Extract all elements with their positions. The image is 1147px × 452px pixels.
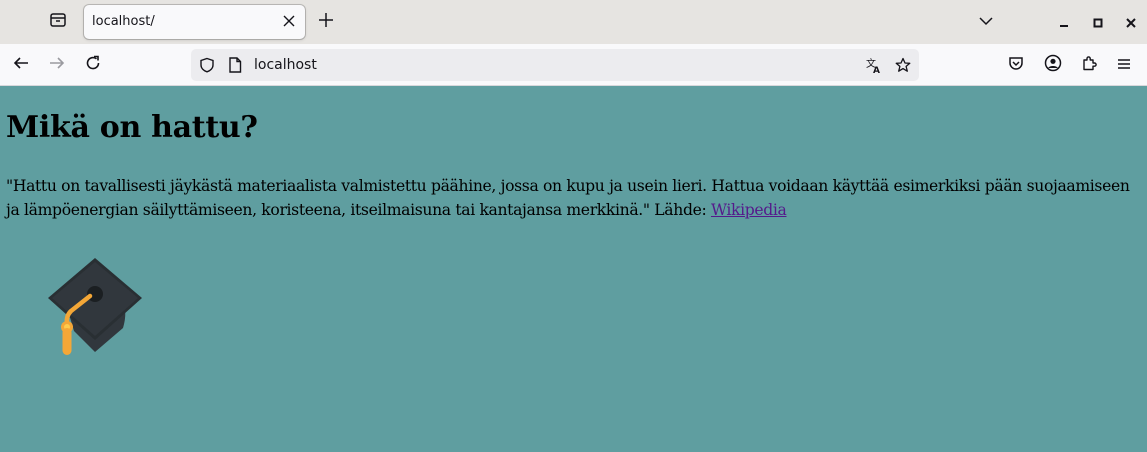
- arrow-left-icon: [13, 55, 29, 75]
- minimize-button[interactable]: [1054, 12, 1074, 32]
- page-icon[interactable]: [226, 56, 244, 74]
- forward-button[interactable]: [43, 51, 71, 79]
- list-all-tabs-button[interactable]: [976, 12, 996, 32]
- chevron-down-icon: [979, 13, 993, 32]
- account-icon: [1044, 54, 1062, 76]
- maximize-icon: [1093, 13, 1103, 32]
- minimize-icon: [1059, 13, 1069, 32]
- hat-description: "Hattu on tavallisesti jäykästä materiaa…: [6, 174, 1144, 222]
- url-text: localhost: [254, 57, 317, 73]
- address-bar[interactable]: localhost 文A: [191, 49, 919, 81]
- extensions-button[interactable]: [1075, 51, 1103, 79]
- bookmark-star-icon[interactable]: [894, 56, 912, 74]
- shield-icon[interactable]: [198, 56, 216, 74]
- page-content: Mikä on hattu? "Hattu on tavallisesti jä…: [0, 86, 1147, 452]
- close-tab-icon[interactable]: [281, 13, 297, 29]
- navigation-toolbar: localhost 文A: [0, 44, 1147, 86]
- description-text: "Hattu on tavallisesti jäykästä materiaa…: [6, 177, 1130, 219]
- arrow-right-icon: [49, 55, 65, 75]
- graduation-cap-image: [44, 256, 146, 358]
- back-button[interactable]: [7, 51, 35, 79]
- firefox-view-icon: [49, 11, 67, 33]
- hamburger-menu-icon: [1117, 56, 1131, 75]
- pocket-icon: [1008, 55, 1024, 75]
- account-button[interactable]: [1039, 51, 1067, 79]
- page-heading: Mikä on hattu?: [6, 110, 258, 145]
- maximize-button[interactable]: [1088, 12, 1108, 32]
- svg-text:A: A: [873, 66, 880, 74]
- new-tab-button[interactable]: [314, 10, 338, 34]
- menu-button[interactable]: [1110, 51, 1138, 79]
- pocket-button[interactable]: [1002, 51, 1030, 79]
- close-icon: [1126, 13, 1136, 32]
- translate-icon[interactable]: 文A: [865, 56, 883, 74]
- tab-title: localhost/: [92, 14, 155, 29]
- reload-icon: [85, 55, 101, 75]
- firefox-view-button[interactable]: [44, 8, 72, 36]
- wikipedia-link[interactable]: Wikipedia: [711, 201, 787, 219]
- plus-icon: [318, 12, 334, 32]
- tab-bar: localhost/: [0, 0, 1147, 44]
- graduation-cap-icon: [48, 258, 142, 355]
- tab-localhost[interactable]: localhost/: [84, 5, 305, 39]
- close-window-button[interactable]: [1121, 12, 1141, 32]
- puzzle-icon: [1081, 55, 1097, 75]
- reload-button[interactable]: [79, 51, 107, 79]
